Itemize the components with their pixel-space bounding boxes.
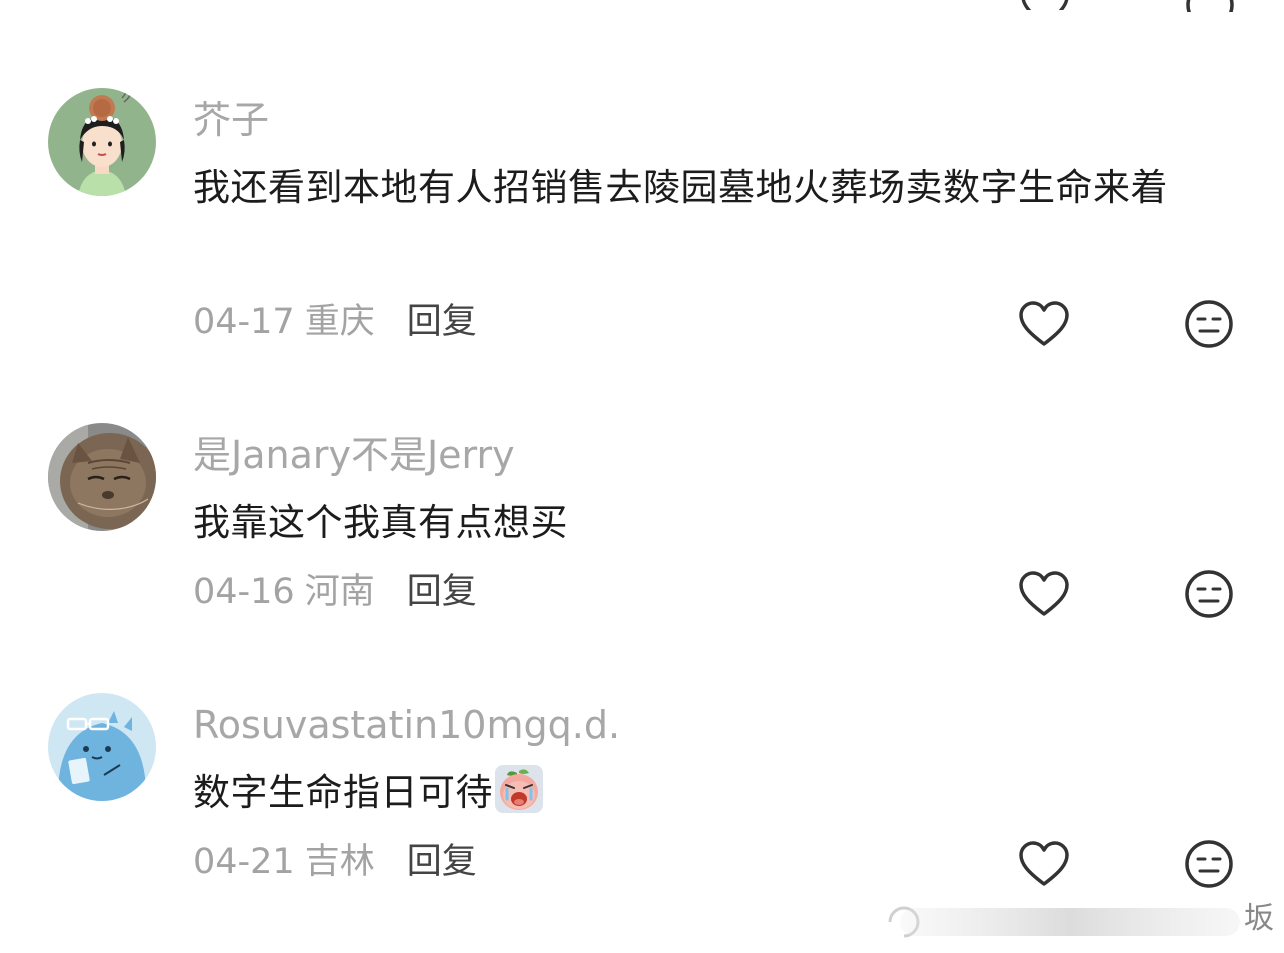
reply-button[interactable]: 回复 bbox=[407, 302, 477, 342]
username[interactable]: 芥子 bbox=[193, 101, 269, 139]
comment-text: 我靠这个我真有点想买 bbox=[193, 501, 568, 544]
username[interactable]: 是Janary不是Jerry bbox=[193, 436, 515, 474]
partial-heart-icon[interactable] bbox=[1020, 0, 1070, 10]
watermark-icon bbox=[888, 906, 1240, 938]
reply-button[interactable]: 回复 bbox=[407, 842, 477, 882]
comment-meta: 04-17 重庆 回复 bbox=[193, 305, 477, 340]
comment-text-body: 数字生命指日可待 bbox=[193, 771, 493, 814]
heart-icon bbox=[1019, 841, 1069, 886]
cartoon-woman-avatar-icon bbox=[48, 88, 156, 196]
neutral-face-icon bbox=[1185, 570, 1233, 618]
avatar[interactable] bbox=[48, 423, 156, 531]
reply-button[interactable]: 回复 bbox=[407, 572, 477, 612]
reaction-button[interactable] bbox=[1184, 839, 1234, 889]
comment-date: 04-17 bbox=[193, 302, 295, 342]
comment-text: 数字生命指日可待 bbox=[193, 761, 1243, 825]
cat-photo-avatar-icon bbox=[48, 423, 156, 531]
heart-icon bbox=[1019, 571, 1069, 616]
like-button[interactable] bbox=[1018, 300, 1070, 348]
comment-location: 河南 bbox=[304, 572, 375, 612]
watermark-text: 坂 bbox=[1244, 901, 1274, 936]
reaction-button[interactable] bbox=[1184, 569, 1234, 619]
blue-cartoon-avatar-icon bbox=[48, 693, 156, 801]
heart-icon bbox=[1019, 301, 1069, 346]
comment-location: 吉林 bbox=[304, 842, 375, 882]
neutral-face-icon bbox=[1185, 300, 1233, 348]
partial-neutral-face-icon[interactable] bbox=[1185, 0, 1235, 12]
comment-meta: 04-21 吉林 回复 bbox=[193, 845, 477, 880]
avatar[interactable] bbox=[48, 88, 156, 196]
like-button[interactable] bbox=[1018, 570, 1070, 618]
comment-text: 我还看到本地有人招销售去陵园墓地火葬场卖数字生命来着 bbox=[193, 166, 1168, 209]
crying-peach-emoji-icon bbox=[495, 765, 543, 813]
comment-date: 04-21 bbox=[193, 842, 295, 882]
avatar[interactable] bbox=[48, 693, 156, 801]
username[interactable]: Rosuvastatin10mgq.d. bbox=[193, 706, 620, 744]
comment-meta: 04-16 河南 回复 bbox=[193, 575, 477, 610]
like-button[interactable] bbox=[1018, 840, 1070, 888]
reaction-button[interactable] bbox=[1184, 299, 1234, 349]
comment-date: 04-16 bbox=[193, 572, 295, 612]
neutral-face-icon bbox=[1185, 840, 1233, 888]
comment-location: 重庆 bbox=[304, 302, 375, 342]
watermark bbox=[870, 900, 1280, 944]
